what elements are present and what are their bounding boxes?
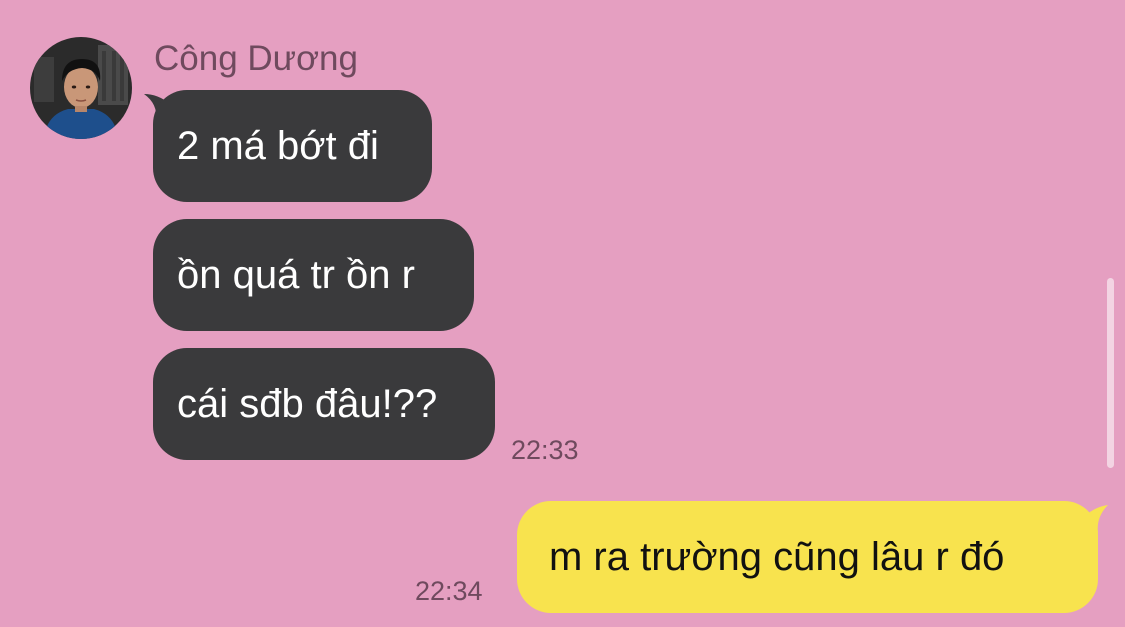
scroll-indicator[interactable]	[1107, 278, 1114, 468]
incoming-message-3[interactable]: cái sđb đâu!??	[153, 348, 495, 460]
outgoing-timestamp: 22:34	[415, 576, 483, 606]
incoming-message-1-text: 2 má bớt đi	[177, 124, 379, 168]
incoming-timestamp: 22:33	[511, 435, 579, 465]
outgoing-message-1[interactable]: m ra trường cũng lâu r đó	[517, 501, 1098, 613]
avatar-photo-icon	[30, 37, 132, 139]
contact-name: Công Dương	[154, 39, 358, 78]
outgoing-message-1-text: m ra trường cũng lâu r đó	[549, 535, 1005, 579]
incoming-message-3-text: cái sđb đâu!??	[177, 382, 438, 426]
contact-avatar[interactable]	[30, 37, 132, 139]
incoming-message-1[interactable]: 2 má bớt đi	[153, 90, 432, 202]
incoming-message-2-text: ồn quá tr ồn r	[177, 253, 415, 297]
incoming-message-2[interactable]: ồn quá tr ồn r	[153, 219, 474, 331]
